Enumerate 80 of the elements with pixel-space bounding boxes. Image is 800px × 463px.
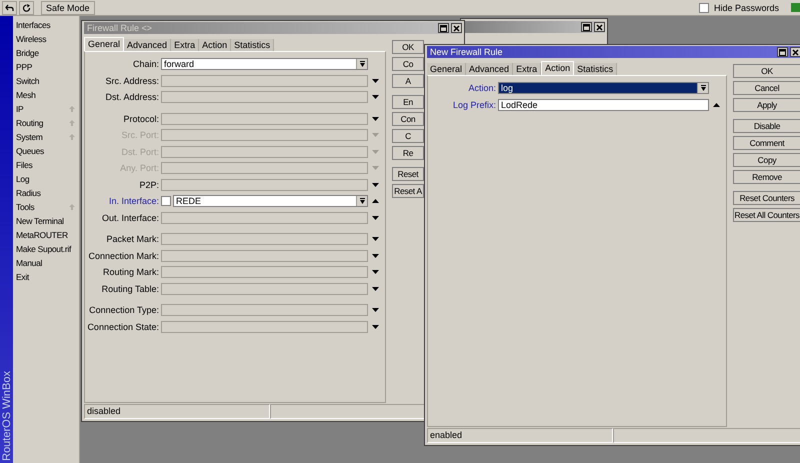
field-label: Routing Table:	[100, 284, 160, 294]
field-label: Dst. Address:	[104, 92, 160, 102]
menu-item[interactable]: Interfaces	[13, 18, 79, 32]
field-label: Log Prefix:	[452, 100, 497, 110]
close-button[interactable]	[790, 47, 800, 57]
tab[interactable]: Action	[541, 61, 574, 75]
menu-item[interactable]: IP	[13, 102, 79, 116]
menu-item[interactable]: Exit	[13, 270, 79, 284]
tab[interactable]: Statistics	[574, 63, 618, 75]
close-icon	[453, 24, 460, 32]
menu-item[interactable]: System	[13, 130, 79, 144]
button[interactable]: Cancel	[733, 81, 800, 95]
field-label: Protocol:	[122, 114, 160, 124]
button[interactable]: Reset All Counters	[733, 208, 800, 222]
brand-text: RouterOS WinBox	[0, 371, 12, 463]
menu-item[interactable]: Files	[13, 158, 79, 172]
field-label: Chain:	[132, 59, 160, 70]
button[interactable]: OK	[733, 64, 800, 78]
close-icon	[792, 48, 799, 56]
button[interactable]: Disable	[733, 119, 800, 133]
status-square-icon	[791, 3, 800, 12]
status-cell: disabled	[84, 404, 270, 419]
menu-item[interactable]: Bridge	[13, 46, 79, 60]
undo-icon	[5, 4, 14, 12]
window-icon	[440, 24, 447, 32]
dropdown-icon	[700, 85, 706, 92]
field-label: Connection Type:	[88, 305, 160, 316]
undo-button[interactable]	[2, 0, 17, 14]
menu-item[interactable]: Make Supout.rif	[13, 242, 79, 256]
menu-item[interactable]: Mesh	[13, 88, 79, 102]
up-arrow-icon[interactable]	[713, 102, 720, 107]
button[interactable]: Reset Counters	[733, 191, 800, 205]
field-label: In. Interface:	[108, 196, 160, 206]
dropdown-button[interactable]	[356, 196, 367, 206]
checkbox-label: Hide Passwords	[714, 2, 779, 12]
menu-item[interactable]: PPP	[13, 60, 79, 74]
redo-icon	[22, 4, 31, 12]
dropdown-field[interactable]: log	[498, 82, 709, 94]
redo-button[interactable]	[19, 0, 34, 14]
checkbox[interactable]	[698, 2, 709, 12]
dropdown-button[interactable]	[697, 83, 708, 94]
input-field[interactable]: LodRede	[498, 98, 709, 111]
dropdown-icon	[360, 61, 364, 68]
menu-item[interactable]: New Terminal	[13, 214, 79, 228]
field-label: Connection State:	[86, 322, 160, 332]
button[interactable]: Comment	[733, 136, 800, 150]
window-title: Firewall Rule <>	[87, 23, 152, 33]
safe-mode-button[interactable]: Safe Mode	[41, 0, 95, 14]
button[interactable]: Copy	[733, 153, 800, 167]
field-label: P2P:	[138, 180, 160, 190]
tab[interactable]: General	[427, 63, 466, 75]
field-label: Routing Mark:	[102, 267, 160, 278]
field-label: Src. Address:	[104, 76, 160, 86]
menu-item[interactable]: Routing	[13, 116, 79, 130]
menu-item[interactable]: Tools	[13, 200, 79, 214]
field-label: Out. Interface:	[100, 212, 160, 223]
field-label: Action:	[467, 83, 497, 94]
menu-item[interactable]: Radius	[13, 186, 79, 200]
tab[interactable]: Advanced	[466, 63, 514, 75]
window-title: New Firewall Rule	[430, 47, 503, 57]
menu-item[interactable]: Log	[13, 172, 79, 186]
button[interactable]: Remove	[733, 170, 800, 184]
dropdown-icon	[360, 198, 364, 204]
close-icon	[596, 24, 603, 30]
menu-item[interactable]: Wireless	[13, 32, 79, 46]
close-button[interactable]	[594, 22, 605, 32]
button[interactable]: Apply	[733, 98, 800, 112]
field-label: Packet Mark:	[105, 234, 160, 244]
dropdown-button[interactable]	[356, 59, 367, 70]
window-icon	[583, 24, 590, 30]
menu-item[interactable]: Switch	[13, 74, 79, 88]
menu-item[interactable]: Queues	[13, 144, 79, 158]
restore-button[interactable]	[777, 47, 788, 57]
restore-button[interactable]	[581, 22, 592, 32]
menu-item[interactable]: MetaROUTER	[13, 228, 79, 242]
tab[interactable]: Extra	[513, 63, 542, 75]
menu-item[interactable]: Manual	[13, 256, 79, 270]
window-icon	[779, 48, 786, 56]
status-cell: enabled	[427, 428, 613, 443]
field-label: Connection Mark:	[87, 250, 160, 261]
